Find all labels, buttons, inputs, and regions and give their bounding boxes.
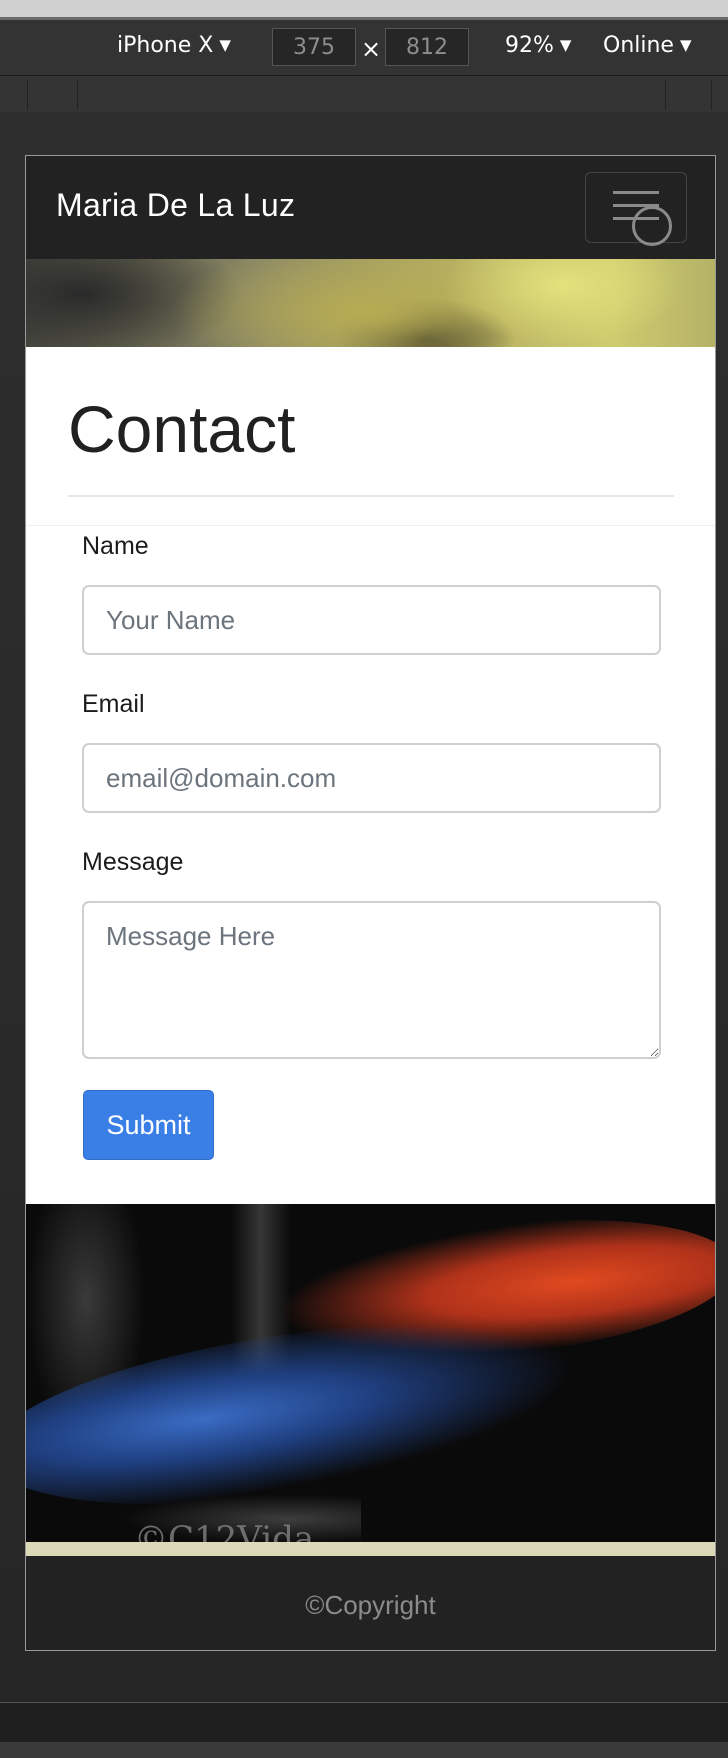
site-brand[interactable]: Maria De La Luz [56, 187, 295, 224]
email-label: Email [82, 690, 145, 718]
message-textarea[interactable] [82, 901, 661, 1059]
name-input[interactable] [82, 585, 661, 655]
touch-cursor-icon [632, 206, 672, 246]
chevron-down-icon: ▼ [679, 36, 692, 54]
ruler-divider [665, 80, 666, 110]
chevron-down-icon: ▼ [559, 36, 572, 54]
site-footer: ©Copyright [26, 1556, 715, 1650]
network-select[interactable]: Online ▼ [603, 33, 692, 58]
photo-bottom-band [26, 1542, 715, 1556]
browser-top-strip [0, 0, 728, 20]
menu-toggle-button[interactable] [585, 172, 687, 246]
zoom-select[interactable]: 92% ▼ [505, 33, 571, 58]
devtools-bottom-strip [0, 1742, 728, 1758]
section-divider [26, 525, 715, 526]
height-input[interactable]: 812 [385, 28, 469, 66]
name-label: Name [82, 532, 149, 560]
ruler-divider [711, 80, 712, 110]
device-toolbar: iPhone X ▼ 375 × 812 92% ▼ Online ▼ [0, 20, 728, 76]
ruler-divider [27, 80, 28, 110]
device-frame: Maria De La Luz Contact Name Email Messa… [25, 155, 716, 1651]
dimension-separator: × [361, 35, 382, 63]
media-query-ruler[interactable] [0, 76, 728, 113]
hamburger-icon [613, 191, 659, 194]
width-input[interactable]: 375 [272, 28, 356, 66]
footer-copyright: ©Copyright [305, 1590, 436, 1620]
device-select[interactable]: iPhone X ▼ [117, 33, 231, 58]
message-label: Message [82, 848, 184, 876]
header-image [26, 259, 715, 347]
device-select-label: iPhone X [117, 33, 214, 58]
site-navbar: Maria De La Luz [26, 156, 715, 259]
network-select-label: Online [603, 33, 674, 58]
chevron-down-icon: ▼ [219, 36, 231, 54]
zoom-select-label: 92% [505, 33, 554, 58]
title-divider [68, 495, 674, 497]
submit-button[interactable]: Submit [83, 1090, 214, 1160]
footer-photo: ©C12Vida [26, 1204, 715, 1556]
ruler-divider [77, 80, 78, 110]
devtools-bottom-bar [0, 1702, 728, 1743]
email-input[interactable] [82, 743, 661, 813]
page-title: Contact [68, 392, 296, 466]
